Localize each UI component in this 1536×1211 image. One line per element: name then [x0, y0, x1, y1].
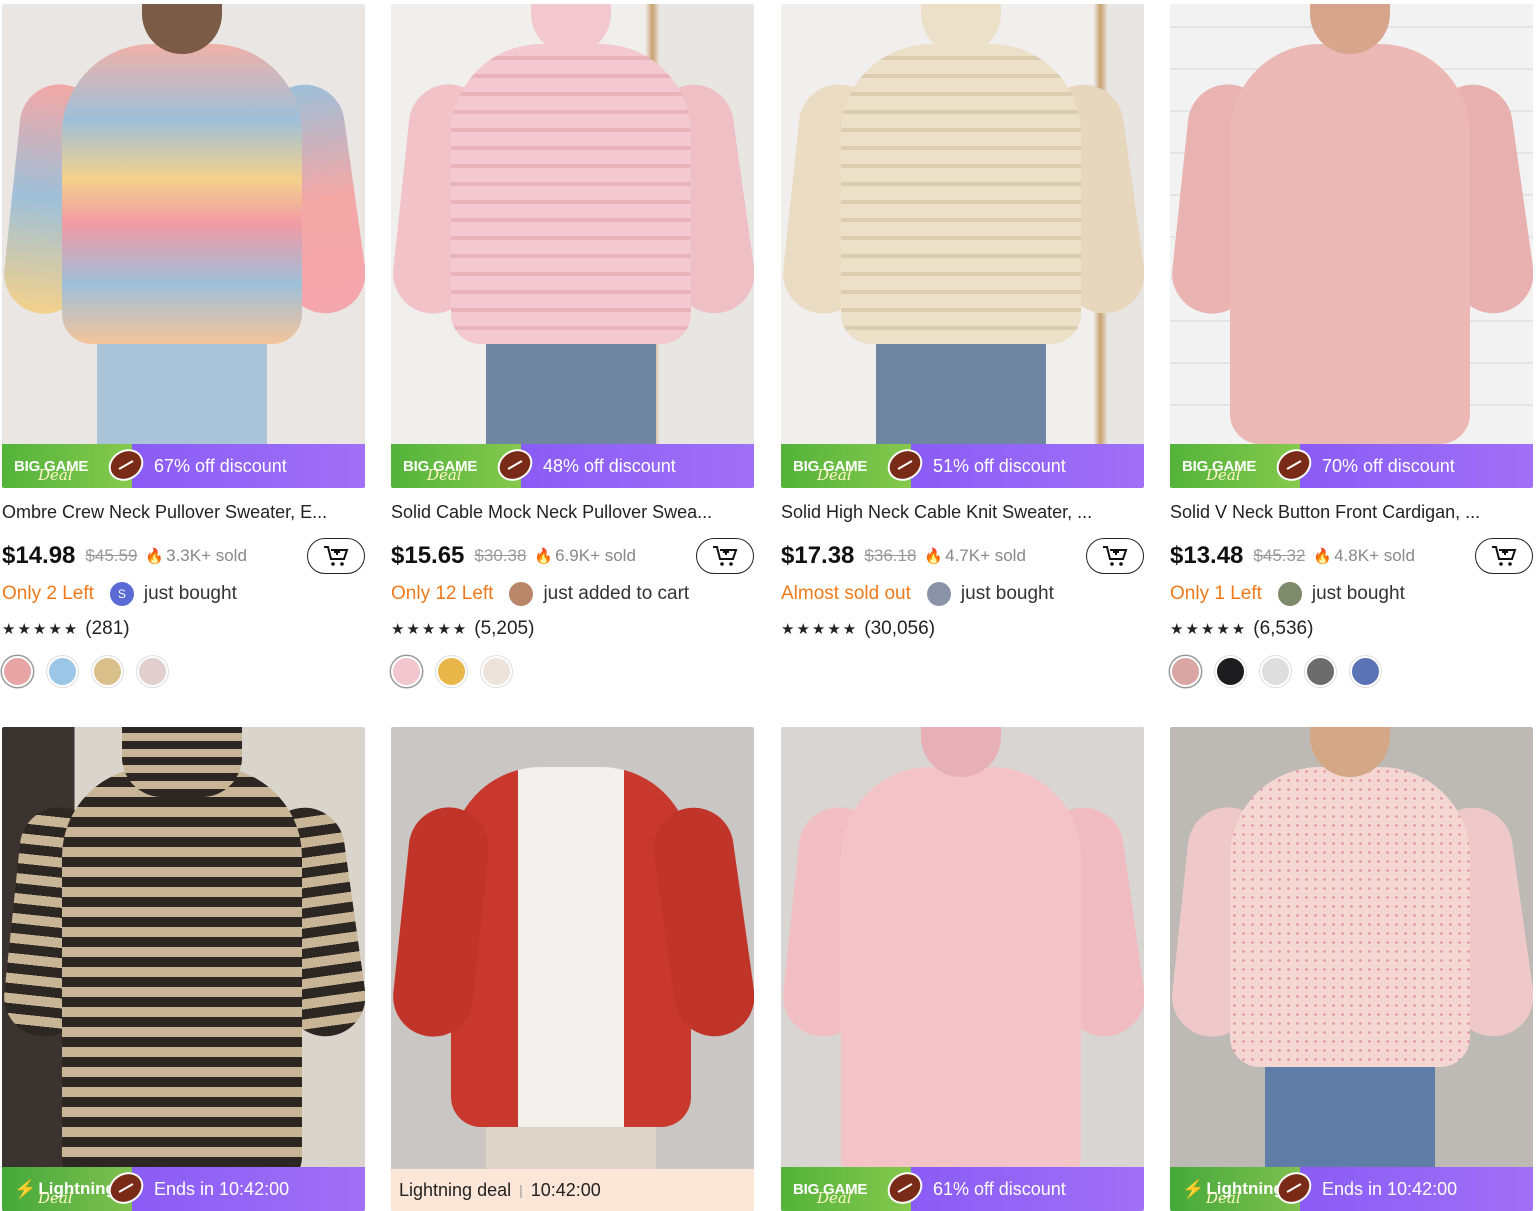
cart-icon — [1492, 546, 1517, 566]
sold-count: 4.7K+ sold — [945, 546, 1026, 565]
color-swatches — [2, 656, 168, 687]
product-image[interactable]: BIG GAME Deal 51% off discount — [781, 4, 1144, 488]
avatar: S — [109, 582, 134, 606]
color-swatch[interactable] — [137, 656, 168, 687]
color-swatch[interactable] — [1350, 656, 1381, 687]
discount-label: 48% off discount — [521, 444, 754, 488]
color-swatch[interactable] — [1170, 656, 1201, 687]
sold-count: 6.9K+ sold — [555, 546, 636, 565]
avatar — [1277, 582, 1302, 606]
sold-count: 4.8K+ sold — [1334, 546, 1415, 565]
color-swatch[interactable] — [47, 656, 78, 687]
bolt-icon: ⚡ — [1182, 1178, 1205, 1199]
product-title[interactable]: Solid High Neck Cable Knit Sweater, ... — [781, 502, 1144, 523]
bolt-icon: ⚡ — [14, 1178, 37, 1199]
product-image[interactable]: ⚡ Lightning Deal Ends in 10:42:00 — [1170, 727, 1533, 1211]
countdown: Ends in 10:42:00 — [132, 1167, 365, 1211]
color-swatches — [1170, 656, 1381, 687]
product-title[interactable]: Solid V Neck Button Front Cardigan, ... — [1170, 502, 1533, 523]
rating-stars: ★★★★★ — [2, 621, 80, 638]
color-swatch[interactable] — [2, 656, 33, 687]
add-to-cart-button[interactable] — [1475, 538, 1533, 574]
color-swatch[interactable] — [1305, 656, 1336, 687]
activity-text: just added to cart — [543, 583, 690, 604]
add-to-cart-button[interactable] — [696, 538, 754, 574]
rating-count: (6,536) — [1253, 618, 1314, 639]
flame-icon: 🔥 — [1313, 548, 1333, 565]
avatar — [509, 582, 534, 606]
activity-text: just bought — [960, 583, 1054, 604]
product-image[interactable]: Lightning deal | 10:42:00 — [391, 727, 754, 1211]
price: $17.38 — [781, 542, 855, 569]
cart-icon — [713, 546, 738, 566]
discount-label: 70% off discount — [1300, 444, 1533, 488]
add-to-cart-button[interactable] — [1086, 538, 1144, 574]
color-swatch[interactable] — [481, 656, 512, 687]
original-price: $30.38 — [474, 546, 527, 565]
cart-icon — [1103, 546, 1128, 566]
color-swatch[interactable] — [92, 656, 123, 687]
original-price: $36.18 — [864, 546, 917, 565]
cart-icon — [324, 546, 349, 566]
rating-stars: ★★★★★ — [1170, 621, 1248, 638]
rating-count: (30,056) — [864, 618, 936, 639]
color-swatch[interactable] — [436, 656, 467, 687]
rating-count: (281) — [85, 618, 130, 639]
discount-label: 61% off discount — [911, 1167, 1144, 1211]
price: $13.48 — [1170, 542, 1244, 569]
deal-badge: BIG GAME Deal 61% off discount — [781, 1166, 1144, 1211]
original-price: $45.32 — [1253, 546, 1306, 565]
deal-badge: BIG GAME Deal 67% off discount — [2, 443, 365, 488]
product-title[interactable]: Solid Cable Mock Neck Pullover Swea... — [391, 502, 754, 523]
color-swatches — [391, 656, 512, 687]
rating-stars: ★★★★★ — [391, 621, 469, 638]
product-title[interactable]: Ombre Crew Neck Pullover Sweater, E... — [2, 502, 365, 523]
stock-status: Almost sold out — [781, 583, 911, 604]
rating-stars: ★★★★★ — [781, 621, 859, 638]
deal-badge: BIG GAME Deal 51% off discount — [781, 443, 1144, 488]
product-image[interactable]: BIG GAME Deal 70% off discount — [1170, 4, 1533, 488]
activity-text: just bought — [143, 583, 237, 604]
discount-label: 67% off discount — [132, 444, 365, 488]
lightning-deal-badge: ⚡ Lightning Deal Ends in 10:42:00 — [1170, 1166, 1533, 1211]
deal-badge: BIG GAME Deal 48% off discount — [391, 443, 754, 488]
flame-icon: 🔥 — [534, 548, 554, 565]
color-swatch[interactable] — [391, 656, 422, 687]
color-swatch[interactable] — [1215, 656, 1246, 687]
stock-status: Only 2 Left — [2, 583, 94, 604]
product-image[interactable]: BIG GAME Deal 48% off discount — [391, 4, 754, 488]
product-image[interactable]: BIG GAME Deal 67% off discount — [2, 4, 365, 488]
stock-status: Only 1 Left — [1170, 583, 1262, 604]
stock-status: Only 12 Left — [391, 583, 494, 604]
color-swatch[interactable] — [1260, 656, 1291, 687]
product-image[interactable]: ⚡ Lightning Deal Ends in 10:42:00 — [2, 727, 365, 1211]
lightning-deal-bar: Lightning deal | 10:42:00 — [391, 1169, 754, 1211]
price: $14.98 — [2, 542, 76, 569]
flame-icon: 🔥 — [924, 548, 944, 565]
discount-label: 51% off discount — [911, 444, 1144, 488]
deal-badge: BIG GAME Deal 70% off discount — [1170, 443, 1533, 488]
add-to-cart-button[interactable] — [307, 538, 365, 574]
avatar — [926, 582, 951, 606]
sold-count: 3.3K+ sold — [166, 546, 247, 565]
flame-icon: 🔥 — [145, 548, 165, 565]
countdown: Ends in 10:42:00 — [1300, 1167, 1533, 1211]
original-price: $45.59 — [85, 546, 138, 565]
lightning-deal-badge: ⚡ Lightning Deal Ends in 10:42:00 — [2, 1166, 365, 1211]
product-image[interactable]: BIG GAME Deal 61% off discount — [781, 727, 1144, 1211]
activity-text: just bought — [1311, 583, 1405, 604]
rating-count: (5,205) — [474, 618, 535, 639]
price: $15.65 — [391, 542, 465, 569]
